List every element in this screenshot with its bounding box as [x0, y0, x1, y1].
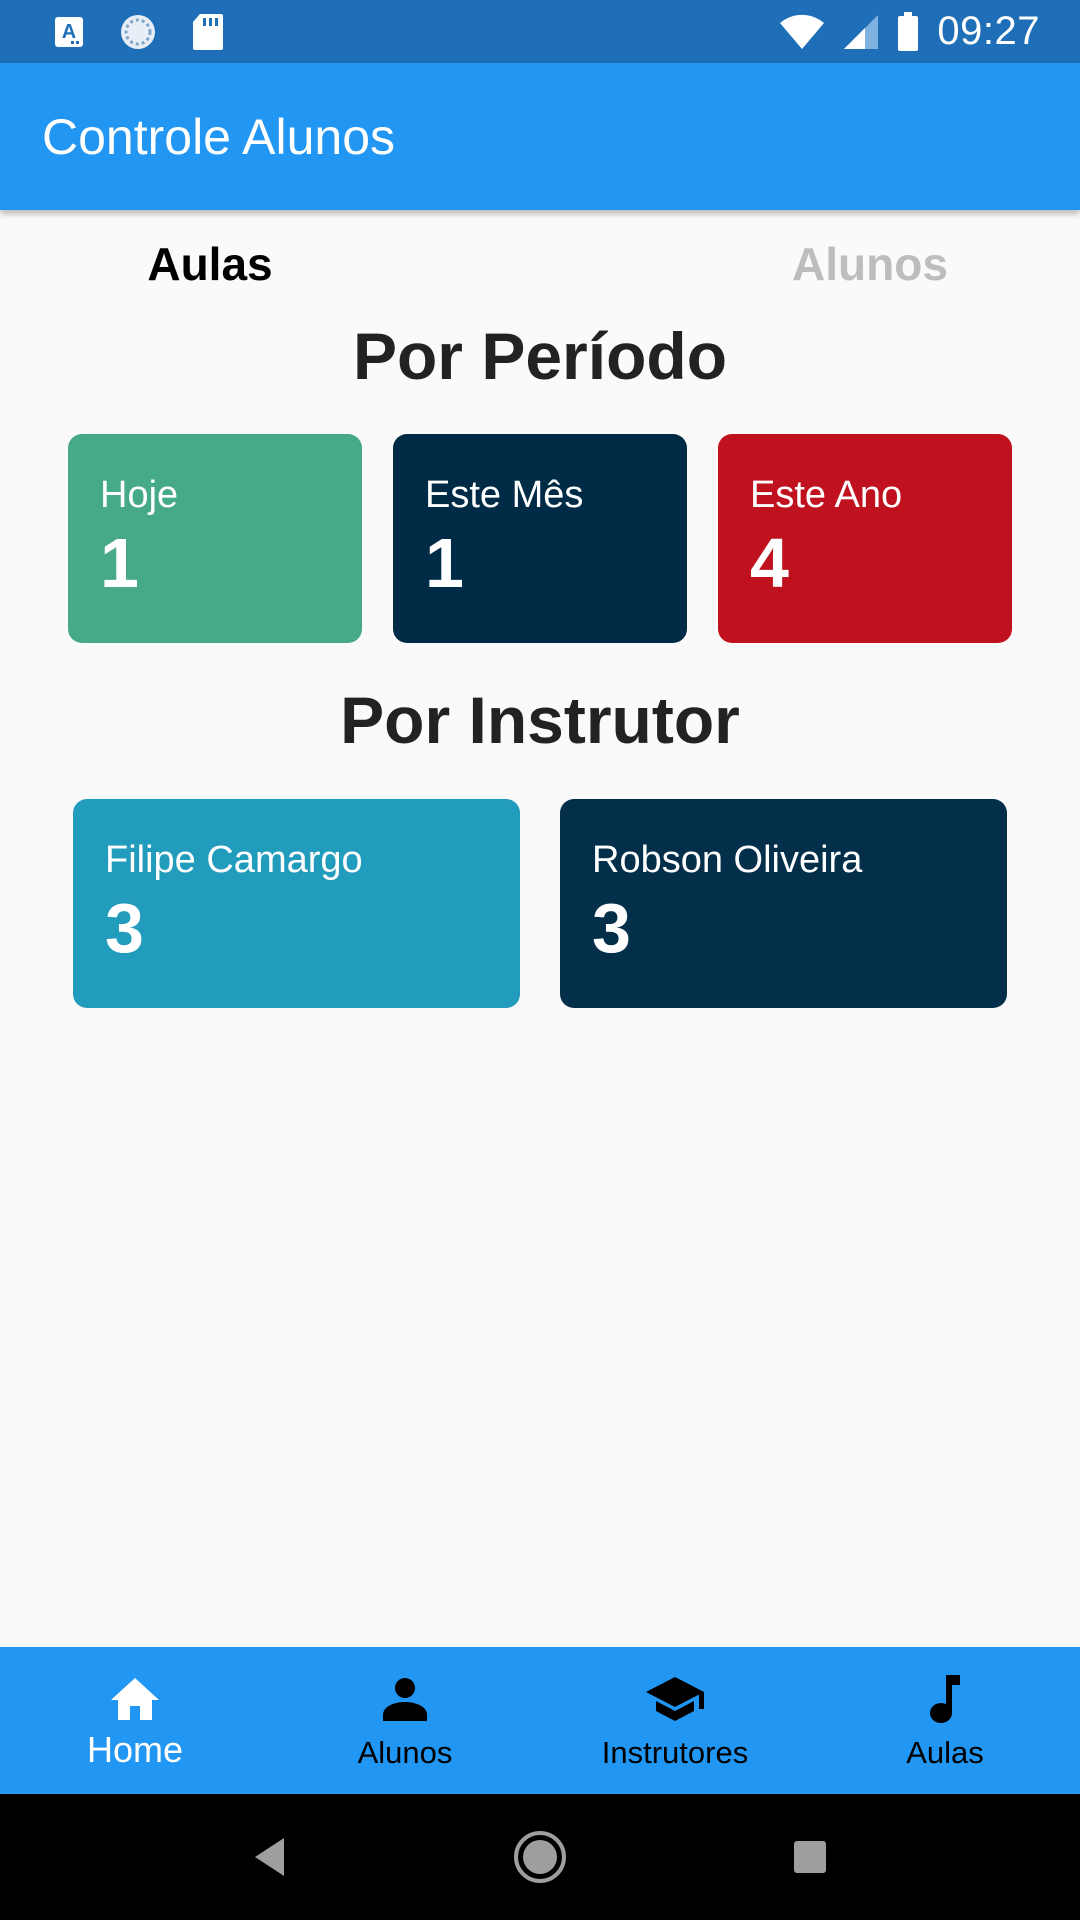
graduation-cap-icon	[644, 1671, 706, 1727]
stat-card-value: 1	[100, 524, 139, 602]
nav-label: Aulas	[906, 1734, 984, 1770]
sync-icon	[118, 12, 158, 52]
stat-card-value: 1	[425, 524, 464, 602]
instructor-card-count: 3	[105, 889, 144, 967]
stat-card-month[interactable]: Este Mês 1	[393, 434, 687, 643]
person-icon	[381, 1671, 429, 1727]
nav-item-instrutores[interactable]: Instrutores	[540, 1647, 810, 1794]
svg-text:A: A	[62, 21, 76, 43]
status-time: 09:27	[937, 9, 1040, 53]
recent-apps-icon[interactable]	[760, 1807, 860, 1907]
instructor-card-robson[interactable]: Robson Oliveira 3	[560, 799, 1007, 1008]
back-icon[interactable]	[220, 1807, 320, 1907]
tab-bar: Aulas Alunos	[0, 210, 1080, 320]
status-right-icons: 09:27	[761, 9, 1040, 54]
nav-item-alunos[interactable]: Alunos	[270, 1647, 540, 1794]
home-circle-icon[interactable]	[490, 1807, 590, 1907]
bottom-navigation: Home Alunos Instrutores Aulas	[0, 1647, 1080, 1794]
app-bar: Controle Alunos	[0, 63, 1080, 210]
instructor-card-name: Filipe Camargo	[105, 839, 363, 881]
nav-label: Home	[86, 1728, 184, 1770]
stat-card-today[interactable]: Hoje 1	[68, 434, 362, 643]
wifi-icon	[779, 14, 825, 50]
nav-item-home[interactable]: Home	[0, 1647, 270, 1794]
stat-card-value: 4	[750, 524, 789, 602]
status-left-icons: A	[54, 12, 258, 52]
stat-card-label: Este Ano	[750, 474, 903, 516]
nav-label: Alunos	[357, 1734, 453, 1770]
stat-card-year[interactable]: Este Ano 4	[718, 434, 1012, 643]
system-navigation-bar	[0, 1794, 1080, 1920]
tab-alunos[interactable]: Alunos	[600, 210, 1080, 320]
app-title: Controle Alunos	[42, 108, 396, 165]
instructor-card-name: Robson Oliveira	[592, 839, 863, 881]
font-a-icon: A	[54, 16, 84, 48]
instructor-card-filipe[interactable]: Filipe Camargo 3	[73, 799, 520, 1008]
stat-card-label: Este Mês	[425, 474, 584, 516]
signal-icon	[843, 14, 879, 50]
tab-aulas[interactable]: Aulas	[0, 210, 480, 320]
instructor-card-count: 3	[592, 889, 631, 967]
section-title-period: Por Período	[352, 319, 728, 393]
stat-card-label: Hoje	[100, 474, 179, 516]
sd-card-icon	[192, 13, 224, 51]
status-bar: A 09:27	[0, 0, 1080, 63]
music-note-icon	[928, 1671, 962, 1727]
home-icon	[109, 1671, 161, 1727]
battery-icon	[897, 11, 919, 52]
section-title-instructor: Por Instrutor	[340, 683, 740, 757]
nav-label: Instrutores	[601, 1734, 749, 1770]
nav-item-aulas[interactable]: Aulas	[810, 1647, 1080, 1794]
